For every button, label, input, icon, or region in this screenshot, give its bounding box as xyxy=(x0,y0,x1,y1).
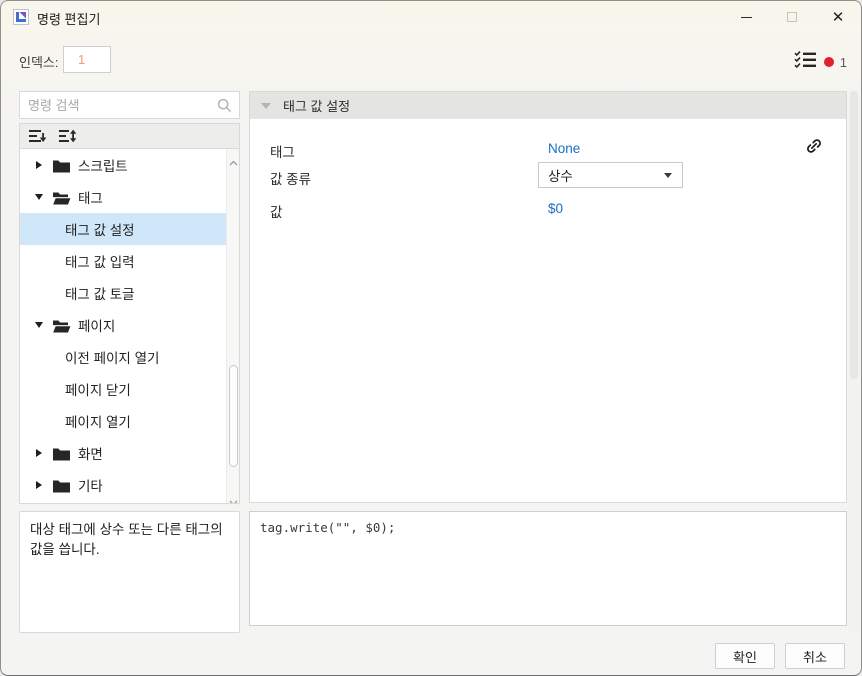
properties-panel: 태그 값 설정 태그 None 값 종류 상수 값 $0 xyxy=(249,91,847,503)
folder-closed-icon xyxy=(52,158,71,173)
tree-toolbar xyxy=(19,123,240,149)
expand-all-button[interactable] xyxy=(56,126,78,146)
error-dot-icon xyxy=(824,57,834,67)
tree-item-open-page[interactable]: 페이지 열기 xyxy=(20,405,228,437)
tree-scroll-thumb[interactable] xyxy=(229,365,238,467)
tree-item-label: 화면 xyxy=(78,443,103,463)
value-link[interactable]: $0 xyxy=(548,201,563,216)
properties-title: 태그 값 설정 xyxy=(283,96,350,115)
scroll-up-icon[interactable] xyxy=(229,153,238,159)
property-label: 값 xyxy=(270,201,282,221)
property-row-tag: 태그 None xyxy=(250,135,846,163)
tree-item-label: 태그 값 토글 xyxy=(65,283,135,303)
minimize-icon xyxy=(741,17,752,18)
maximize-button[interactable] xyxy=(769,1,815,33)
cancel-button[interactable]: 취소 xyxy=(785,643,845,669)
tree-folder-tag[interactable]: 태그 xyxy=(20,181,228,213)
dropdown-arrow-icon xyxy=(664,173,672,178)
chain-link-icon[interactable] xyxy=(804,136,824,156)
search-icon xyxy=(216,97,233,119)
tree-item-toggle-tag-value[interactable]: 태그 값 토글 xyxy=(20,277,228,309)
tree-folder-screen[interactable]: 화면 xyxy=(20,437,228,469)
chevron-right-icon[interactable] xyxy=(36,449,42,457)
properties-scroll-thumb[interactable] xyxy=(850,91,858,379)
tree-item-label: 태그 xyxy=(78,187,103,207)
command-tree: 스크립트 태그 태그 값 설정 태그 값 입력 태그 값 토글 페이지 이전 페… xyxy=(19,148,240,504)
chevron-down-icon[interactable] xyxy=(35,194,43,200)
dropdown-selected-value: 상수 xyxy=(548,165,664,185)
close-button[interactable]: ✕ xyxy=(815,1,861,33)
tag-value-link[interactable]: None xyxy=(548,141,580,156)
tree-item-label: 태그 값 설정 xyxy=(65,219,135,239)
tree-item-label: 이전 페이지 열기 xyxy=(65,347,159,367)
command-search xyxy=(19,91,240,119)
property-row-value-type: 값 종류 상수 xyxy=(250,162,846,190)
chevron-down-icon[interactable] xyxy=(35,322,43,328)
property-label: 태그 xyxy=(270,141,295,161)
command-editor-dialog: 명령 편집기 ✕ 인덱스: 1 xyxy=(0,0,862,676)
tree-folder-etc[interactable]: 기타 xyxy=(20,469,228,501)
tree-folder-script[interactable]: 스크립트 xyxy=(20,149,228,181)
close-icon: ✕ xyxy=(832,10,845,25)
app-logo-icon xyxy=(13,9,29,25)
command-search-input[interactable] xyxy=(20,92,239,118)
tree-item-label: 페이지 닫기 xyxy=(65,379,131,399)
validation-status[interactable]: 1 xyxy=(793,50,847,74)
collapse-all-button[interactable] xyxy=(26,126,48,146)
scroll-down-icon[interactable] xyxy=(229,493,238,499)
properties-scrollbar[interactable] xyxy=(849,91,859,633)
window-title: 명령 편집기 xyxy=(37,9,100,28)
folder-open-icon xyxy=(52,190,71,205)
tree-item-label: 기타 xyxy=(78,475,103,495)
minimize-button[interactable] xyxy=(723,1,769,33)
property-row-value: 값 $0 xyxy=(250,195,846,223)
command-description: 대상 태그에 상수 또는 다른 태그의 값을 씁니다. xyxy=(19,511,240,633)
folder-closed-icon xyxy=(52,446,71,461)
value-type-dropdown[interactable]: 상수 xyxy=(538,162,683,188)
error-count: 1 xyxy=(840,55,847,70)
code-preview[interactable]: tag.write("", $0); xyxy=(249,511,847,626)
tree-item-input-tag-value[interactable]: 태그 값 입력 xyxy=(20,245,228,277)
validation-list-icon xyxy=(793,50,818,74)
index-input[interactable] xyxy=(63,46,111,73)
property-label: 값 종류 xyxy=(270,168,311,188)
tree-item-label: 스크립트 xyxy=(78,155,128,175)
tree-item-label: 태그 값 입력 xyxy=(65,251,135,271)
index-label: 인덱스: xyxy=(19,52,59,71)
tree-item-close-page[interactable]: 페이지 닫기 xyxy=(20,373,228,405)
maximize-icon xyxy=(787,12,797,22)
tree-item-label: 페이지 xyxy=(78,315,115,335)
tree-item-label: 페이지 열기 xyxy=(65,411,131,431)
chevron-right-icon[interactable] xyxy=(36,481,42,489)
tree-scrollbar[interactable] xyxy=(226,149,239,503)
tree-folder-page[interactable]: 페이지 xyxy=(20,309,228,341)
tree-item-set-tag-value[interactable]: 태그 값 설정 xyxy=(20,213,228,245)
properties-header[interactable]: 태그 값 설정 xyxy=(250,92,846,119)
title-bar[interactable]: 명령 편집기 ✕ xyxy=(1,1,861,33)
folder-open-icon xyxy=(52,318,71,333)
folder-closed-icon xyxy=(52,478,71,493)
tree-item-open-previous-page[interactable]: 이전 페이지 열기 xyxy=(20,341,228,373)
collapse-section-icon[interactable] xyxy=(261,103,271,109)
chevron-right-icon[interactable] xyxy=(36,161,42,169)
ok-button[interactable]: 확인 xyxy=(715,643,775,669)
